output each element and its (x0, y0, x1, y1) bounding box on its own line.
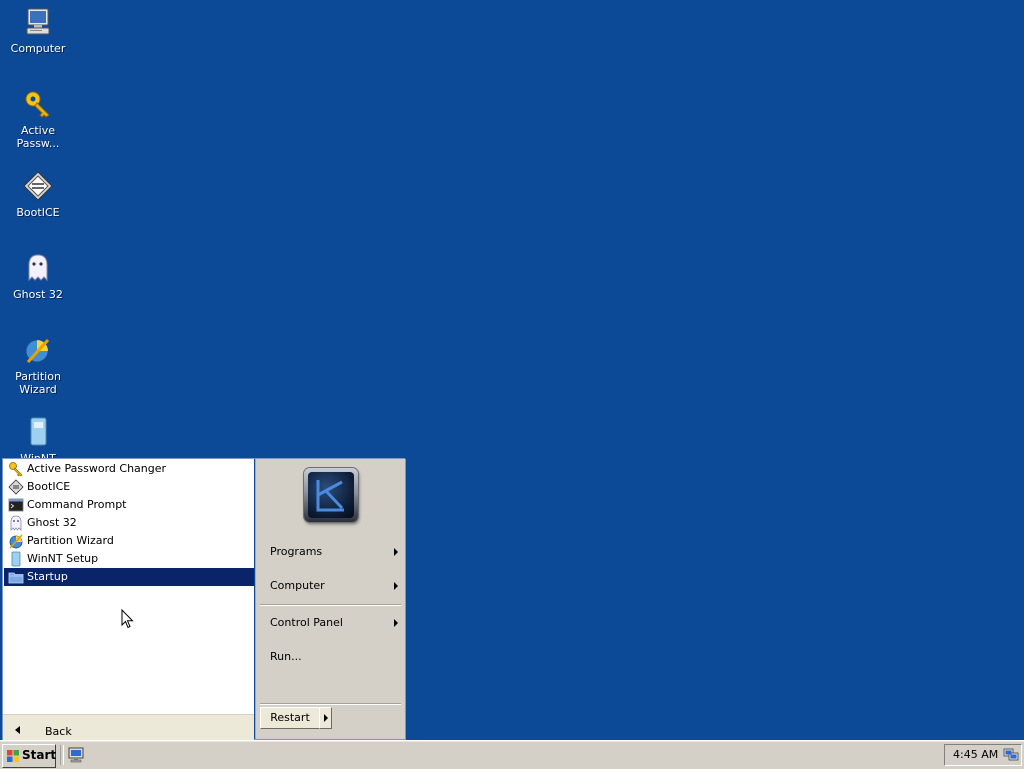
chevron-right-icon (394, 619, 398, 627)
partition-wizard-icon (25, 338, 50, 364)
folder-icon (8, 572, 24, 584)
desktop-icon-label: Ghost 32 (13, 288, 63, 301)
desktop-icon-active-password-changer[interactable]: Active Passw... (6, 88, 70, 150)
start-label: Start (22, 748, 57, 762)
start-button[interactable]: Start (2, 744, 56, 768)
program-item-active-password-changer[interactable]: Active Password Changer (4, 460, 254, 478)
chevron-right-icon (394, 548, 398, 556)
desktop-icon-label: BootICE (16, 206, 60, 219)
menu-item-control-panel[interactable]: Control Panel (266, 614, 402, 632)
desktop-icon-label: Computer (10, 42, 66, 55)
bootice-icon (8, 479, 24, 495)
back-arrow-icon (15, 726, 20, 734)
menu-separator (260, 703, 401, 705)
partition-wizard-icon (9, 534, 23, 549)
program-item-label: Partition Wizard (27, 534, 114, 547)
program-item-label: Startup (27, 570, 68, 583)
program-item-label: Ghost 32 (27, 516, 77, 529)
taskbar: Start 4:45 AM (0, 740, 1024, 769)
menu-item-run[interactable]: Run... (266, 648, 402, 666)
desktop-icon-ghost-32[interactable]: Ghost 32 (6, 252, 70, 301)
desktop-icon-label: Active Passw... (16, 124, 60, 150)
network-icon[interactable] (1003, 747, 1019, 763)
chevron-right-icon (394, 582, 398, 590)
quick-launch-show-desktop[interactable] (66, 746, 86, 764)
program-item-bootice[interactable]: BootICE (4, 478, 254, 496)
windows-flag-icon (7, 750, 19, 762)
desktop-icon-bootice[interactable]: BootICE (6, 170, 70, 219)
program-item-ghost-32[interactable]: Ghost 32 (4, 514, 254, 532)
menu-item-label: Programs (270, 545, 323, 558)
program-item-command-prompt[interactable]: Command Prompt (4, 496, 254, 514)
program-item-partition-wizard[interactable]: Partition Wizard (4, 532, 254, 550)
winnt-setup-icon (30, 417, 47, 446)
menu-item-programs[interactable]: Programs (266, 543, 402, 561)
program-item-label: BootICE (27, 480, 71, 493)
desktop-icon-partition-wizard[interactable]: Partition Wizard (6, 334, 70, 396)
menu-separator (260, 604, 401, 606)
program-item-startup[interactable]: Startup (4, 568, 254, 586)
command-prompt-icon (8, 498, 24, 512)
program-item-label: Command Prompt (27, 498, 127, 511)
back-button[interactable]: Back (11, 722, 91, 738)
mouse-cursor-icon (121, 609, 134, 629)
restart-options-button[interactable] (319, 707, 332, 729)
program-item-label: WinNT Setup (27, 552, 99, 565)
start-menu: Active Password Changer BootICE Command … (2, 458, 405, 740)
show-desktop-icon (68, 747, 84, 763)
logo-icon (304, 468, 358, 522)
computer-icon (26, 8, 50, 35)
clock[interactable]: 4:45 AM (953, 748, 998, 761)
menu-item-label: Run... (270, 650, 302, 663)
menu-item-label: Control Panel (270, 616, 343, 629)
chevron-right-icon (324, 714, 328, 722)
bootice-icon (23, 171, 53, 201)
program-item-winnt-setup[interactable]: WinNT Setup (4, 550, 254, 568)
key-icon (9, 462, 23, 477)
desktop-icon-label: Partition Wizard (15, 370, 61, 396)
menu-item-computer[interactable]: Computer (266, 577, 402, 595)
desktop-icon-computer[interactable]: Computer (6, 6, 70, 55)
menu-item-label: Computer (270, 579, 325, 592)
start-menu-programs-pane: Active Password Changer BootICE Command … (3, 459, 254, 714)
program-item-label: Active Password Changer (27, 462, 167, 475)
winnt-setup-icon (11, 551, 21, 567)
key-icon (25, 91, 50, 118)
ghost-icon (10, 515, 22, 531)
restart-button[interactable]: Restart (260, 707, 320, 729)
back-label: Back (45, 725, 72, 738)
start-menu-right-pane: Programs Computer Control Panel Run... R… (255, 459, 405, 739)
system-tray: 4:45 AM (944, 744, 1022, 766)
quick-launch-divider (60, 745, 64, 765)
ghost-icon (28, 254, 48, 282)
